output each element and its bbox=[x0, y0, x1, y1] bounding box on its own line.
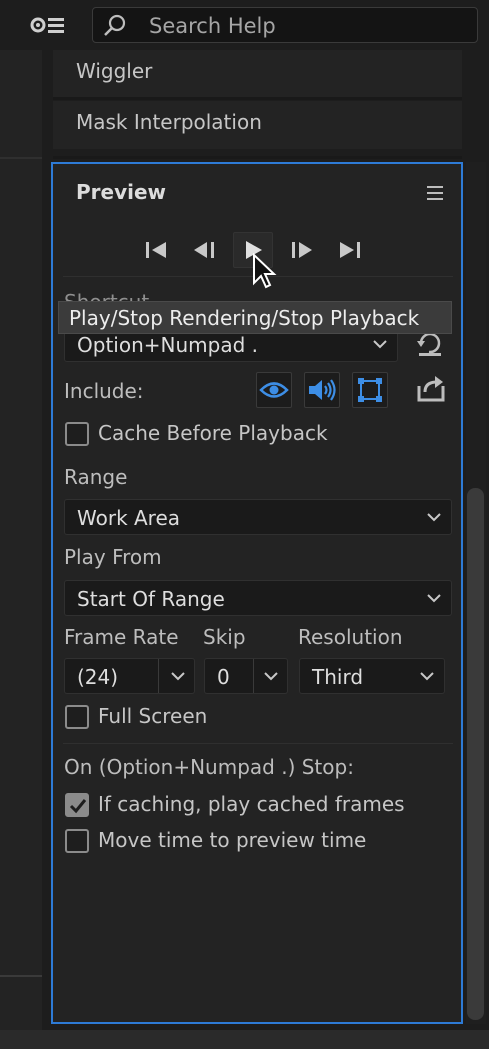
include-label: Include: bbox=[64, 379, 144, 403]
preview-title: Preview bbox=[76, 180, 167, 204]
workspace-settings-icon[interactable] bbox=[26, 10, 70, 40]
include-video-toggle[interactable] bbox=[256, 372, 292, 408]
speaker-icon bbox=[309, 379, 336, 401]
chevron-down-icon bbox=[427, 513, 441, 522]
mask-interpolation-panel-tab[interactable]: Mask Interpolation bbox=[53, 101, 462, 149]
play-from-value: Start Of Range bbox=[77, 587, 225, 611]
first-frame-icon bbox=[146, 242, 166, 258]
divider bbox=[0, 975, 42, 977]
skip-value: 0 bbox=[217, 665, 230, 689]
range-dropdown[interactable]: Work Area bbox=[64, 499, 452, 535]
skip-dropdown[interactable]: 0 bbox=[204, 658, 288, 694]
frame-rate-label: Frame Rate bbox=[64, 625, 179, 649]
next-frame-icon bbox=[292, 242, 312, 258]
chevron-down-icon bbox=[373, 340, 387, 349]
if-caching-label: If caching, play cached frames bbox=[98, 792, 405, 816]
resolution-value: Third bbox=[312, 665, 364, 689]
frame-rate-value: (24) bbox=[77, 665, 119, 689]
full-screen-label: Full Screen bbox=[98, 704, 208, 728]
divider bbox=[53, 97, 462, 100]
last-frame-icon bbox=[340, 242, 360, 258]
include-overlays-toggle[interactable] bbox=[352, 372, 388, 408]
mask-interpolation-label: Mask Interpolation bbox=[76, 110, 262, 134]
top-bar: Search Help bbox=[0, 0, 489, 50]
range-label: Range bbox=[64, 465, 128, 489]
mouse-cursor-icon bbox=[252, 252, 278, 293]
chevron-down-icon bbox=[420, 672, 434, 681]
resolution-label: Resolution bbox=[298, 625, 403, 649]
skip-label: Skip bbox=[203, 625, 246, 649]
stop-heading: On (Option+Numpad .) Stop: bbox=[64, 755, 354, 779]
chevron-down-icon bbox=[427, 594, 441, 603]
previous-frame-button[interactable] bbox=[184, 232, 224, 268]
eye-icon bbox=[259, 382, 289, 398]
play-from-dropdown[interactable]: Start Of Range bbox=[64, 580, 452, 616]
search-placeholder: Search Help bbox=[149, 14, 276, 38]
wiggler-panel-tab[interactable]: Wiggler bbox=[53, 50, 462, 98]
search-icon bbox=[103, 14, 127, 38]
next-frame-button[interactable] bbox=[282, 232, 322, 268]
range-value: Work Area bbox=[77, 506, 181, 530]
chevron-down-icon bbox=[171, 672, 185, 681]
shortcut-value: Option+Numpad . bbox=[77, 333, 258, 357]
export-icon[interactable] bbox=[415, 374, 447, 404]
first-frame-button[interactable] bbox=[137, 232, 177, 268]
divider bbox=[53, 156, 462, 159]
divider bbox=[158, 659, 159, 693]
frame-rate-dropdown[interactable]: (24) bbox=[64, 658, 195, 694]
divider bbox=[63, 743, 453, 744]
play-from-label: Play From bbox=[64, 545, 162, 569]
cache-before-playback-checkbox[interactable] bbox=[65, 422, 89, 446]
search-help-field[interactable]: Search Help bbox=[92, 7, 478, 43]
hamburger-icon[interactable] bbox=[427, 186, 443, 200]
move-time-checkbox[interactable] bbox=[65, 829, 89, 853]
divider bbox=[253, 659, 254, 693]
cache-before-playback-label: Cache Before Playback bbox=[98, 421, 328, 445]
scrollbar-thumb[interactable] bbox=[467, 488, 484, 1020]
full-screen-checkbox[interactable] bbox=[65, 705, 89, 729]
if-caching-checkbox[interactable] bbox=[65, 793, 89, 817]
move-time-label: Move time to preview time bbox=[98, 828, 367, 852]
bottom-bar bbox=[0, 1030, 489, 1049]
divider bbox=[0, 157, 42, 159]
tooltip-text: Play/Stop Rendering/Stop Playback bbox=[69, 306, 420, 330]
include-audio-toggle[interactable] bbox=[304, 372, 340, 408]
wiggler-label: Wiggler bbox=[76, 59, 153, 83]
resolution-dropdown[interactable]: Third bbox=[299, 658, 445, 694]
last-frame-button[interactable] bbox=[329, 232, 369, 268]
left-panel-strip bbox=[0, 50, 42, 1030]
checkmark-icon bbox=[69, 799, 87, 814]
previous-frame-icon bbox=[194, 242, 214, 258]
overlay-bounds-icon bbox=[358, 378, 382, 402]
chevron-down-icon bbox=[264, 672, 278, 681]
tooltip: Play/Stop Rendering/Stop Playback bbox=[58, 301, 452, 334]
